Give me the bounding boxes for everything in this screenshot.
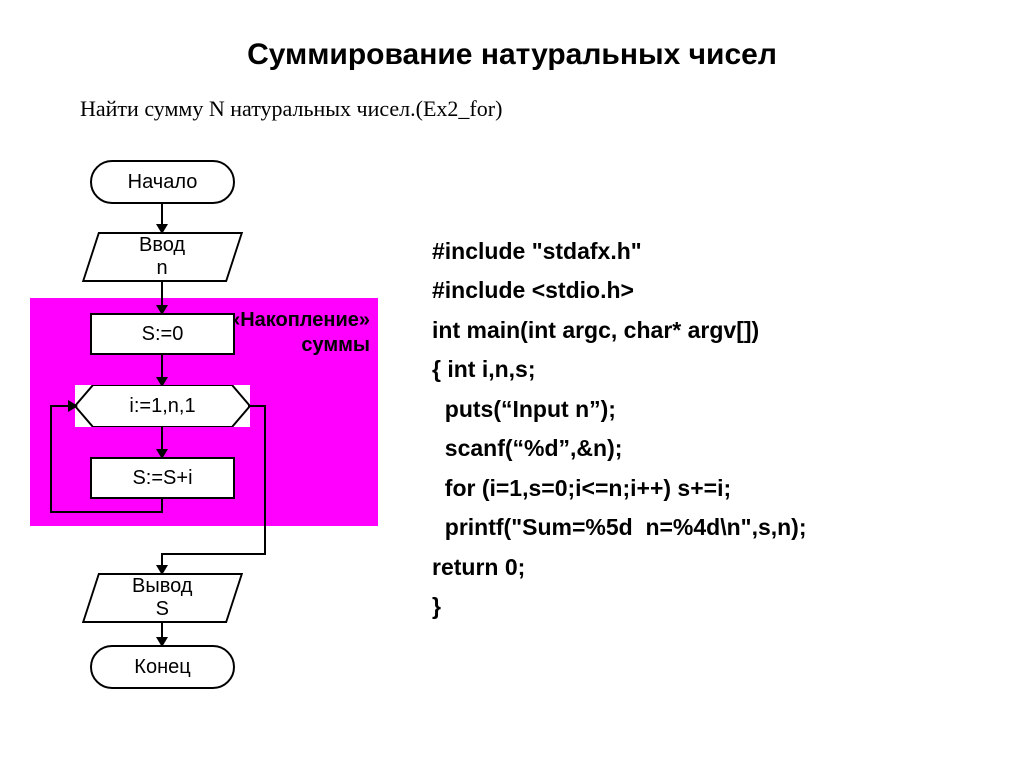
code-line: puts(“Input n”);: [432, 396, 616, 422]
flow-end: Конец: [90, 645, 235, 689]
code-line: int main(int argc, char* argv[]): [432, 317, 759, 343]
flow-output: Вывод S: [82, 573, 243, 623]
flowchart: «Накопление» суммы Начало Ввод n S:=0 i:…: [20, 150, 400, 720]
code-line: { int i,n,s;: [432, 356, 536, 382]
code-line: for (i=1,s=0;i<=n;i++) s+=i;: [432, 475, 731, 501]
code-line: }: [432, 593, 441, 619]
flow-input: Ввод n: [82, 232, 243, 282]
code-listing: #include "stdafx.h" #include <stdio.h> i…: [432, 192, 807, 627]
code-line: #include <stdio.h>: [432, 277, 634, 303]
code-line: scanf(“%d”,&n);: [432, 435, 622, 461]
code-line: return 0;: [432, 554, 525, 580]
flow-init: S:=0: [90, 313, 235, 355]
flow-body: S:=S+i: [90, 457, 235, 499]
code-line: #include "stdafx.h": [432, 238, 642, 264]
subtitle: Найти сумму N натуральных чисел.(Ex2_for…: [0, 72, 1024, 122]
code-line: printf("Sum=%5d n=%4d\n",s,n);: [432, 514, 807, 540]
page-title: Суммирование натуральных чисел: [0, 0, 1024, 72]
flow-start: Начало: [90, 160, 235, 204]
flow-loop: i:=1,n,1: [75, 385, 250, 427]
accumulation-label: «Накопление» суммы: [220, 308, 370, 358]
